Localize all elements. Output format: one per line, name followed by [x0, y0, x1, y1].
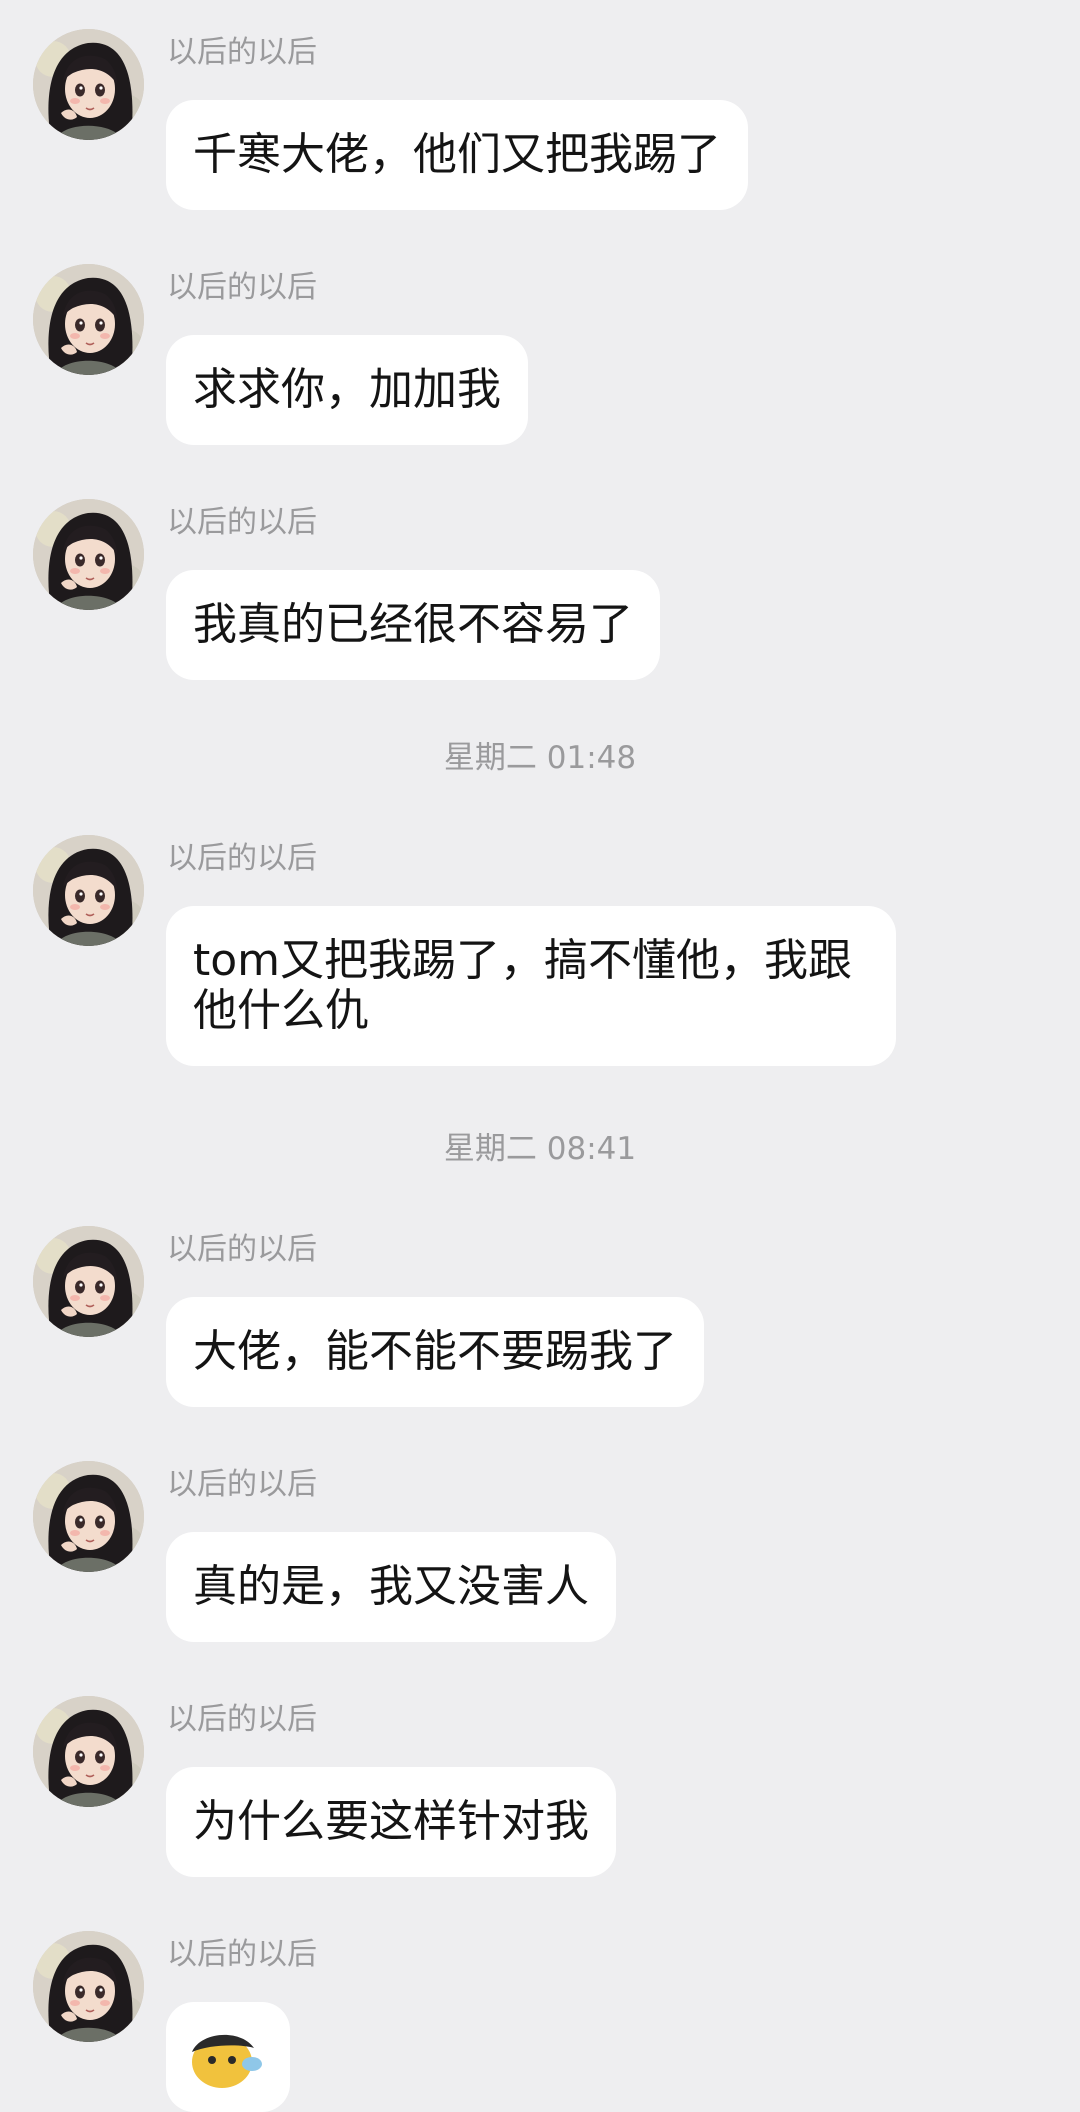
chat-message-list[interactable]: 以后的以后 千寒大佬，他们又把我踢了 以后的以后 求求你，加加我 以后的以后 我…	[0, 0, 1080, 2112]
timestamp-divider: 星期二 08:41	[443, 1131, 637, 1167]
message-bubble[interactable]: 求求你，加加我	[166, 335, 528, 445]
avatar[interactable]	[33, 264, 144, 375]
avatar[interactable]	[33, 835, 144, 946]
sender-name: 以后的以后	[167, 841, 317, 876]
message-bubble[interactable]: 真的是，我又没害人	[166, 1532, 616, 1642]
avatar[interactable]	[33, 1696, 144, 1807]
avatar[interactable]	[33, 1461, 144, 1572]
sender-name: 以后的以后	[167, 270, 317, 305]
message-bubble[interactable]: 为什么要这样针对我	[166, 1767, 616, 1877]
avatar-image	[33, 1931, 144, 2042]
avatar-image	[33, 29, 144, 140]
sender-name: 以后的以后	[167, 1232, 317, 1267]
avatar-image	[33, 499, 144, 610]
message-bubble[interactable]: 千寒大佬，他们又把我踢了	[166, 100, 748, 210]
cartoon-sticker-icon	[192, 2034, 262, 2088]
avatar[interactable]	[33, 499, 144, 610]
sender-name: 以后的以后	[167, 1702, 317, 1737]
timestamp-divider: 星期二 01:48	[443, 740, 637, 776]
avatar[interactable]	[33, 1226, 144, 1337]
message-bubble[interactable]: tom又把我踢了，搞不懂他，我跟他什么仇	[166, 906, 896, 1066]
avatar[interactable]	[33, 1931, 144, 2042]
avatar-image	[33, 1226, 144, 1337]
sticker-message[interactable]	[166, 2002, 290, 2112]
sender-name: 以后的以后	[167, 1467, 317, 1502]
message-bubble[interactable]: 大佬，能不能不要踢我了	[166, 1297, 704, 1407]
message-bubble[interactable]: 我真的已经很不容易了	[166, 570, 660, 680]
avatar-image	[33, 1696, 144, 1807]
sender-name: 以后的以后	[167, 505, 317, 540]
sender-name: 以后的以后	[167, 35, 317, 70]
avatar-image	[33, 835, 144, 946]
avatar-image	[33, 264, 144, 375]
avatar[interactable]	[33, 29, 144, 140]
sender-name: 以后的以后	[167, 1937, 317, 1972]
avatar-image	[33, 1461, 144, 1572]
